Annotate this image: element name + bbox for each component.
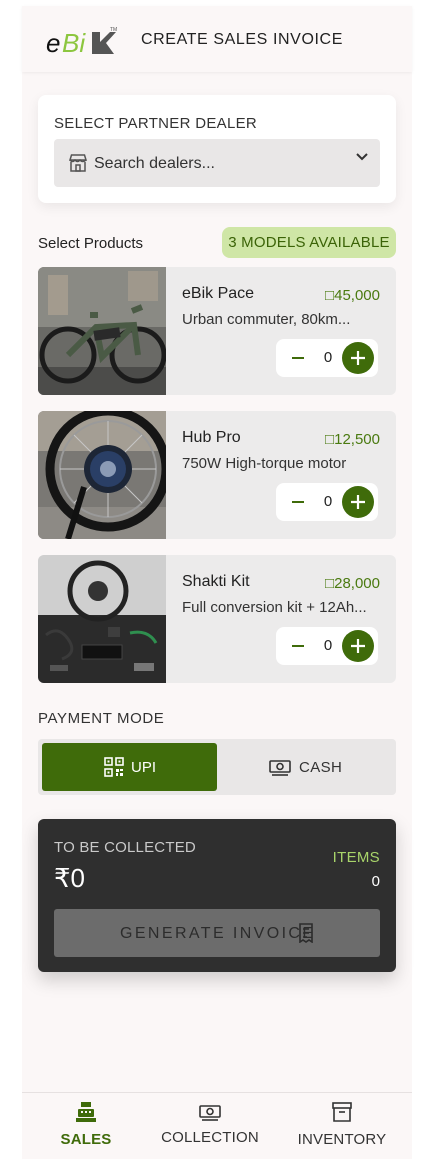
product-price: □28,000 [325,575,380,592]
product-card-hub-pro: Hub Pro □12,500 750W High-torque motor 0 [38,411,396,539]
product-description: Urban commuter, 80km... [182,311,351,328]
cash-icon [199,1105,221,1121]
dealer-label: SELECT PARTNER DEALER [54,115,258,132]
store-icon [68,154,88,172]
dealer-card: SELECT PARTNER DEALER Search dealers... [38,95,396,203]
upi-label: UPI [131,759,157,776]
minus-icon[interactable] [284,344,312,372]
cash-option-button[interactable]: CASH [217,743,392,791]
items-label: ITEMS [332,849,380,866]
conversion-kit-photo [38,555,166,683]
quantity-value: 0 [323,637,333,654]
ebik-logo: e Bi TM [46,27,117,58]
dealer-search-select[interactable]: Search dealers... [54,139,380,187]
product-name: Shakti Kit [182,573,250,590]
product-name: Hub Pro [182,429,241,446]
collection-summary-card: TO BE COLLECTED ₹0 ITEMS 0 GENERATE INVO… [38,819,396,972]
nav-sales[interactable]: SALES [42,1093,130,1159]
qr-code-icon [104,757,124,777]
minus-icon[interactable] [284,632,312,660]
quantity-value: 0 [323,493,333,510]
nav-inventory[interactable]: INVENTORY [292,1093,392,1159]
generate-invoice-label: GENERATE INVOICE [120,925,316,942]
product-price: □12,500 [325,431,380,448]
svg-text:TM: TM [110,27,117,33]
ebike-photo [38,267,166,395]
models-available-badge: 3 MODELS AVAILABLE [222,227,396,258]
cash-icon [269,760,291,776]
upi-option-button[interactable]: UPI [42,743,217,791]
dealer-search-placeholder: Search dealers... [94,155,215,172]
plus-icon[interactable] [342,342,374,374]
to-be-collected-label: TO BE COLLECTED [54,839,196,856]
generate-invoice-button[interactable]: GENERATE INVOICE [54,909,380,957]
svg-text:e: e [46,28,60,58]
select-products-heading: Select Products [38,235,144,252]
collection-amount: ₹0 [54,863,86,893]
product-card-shakti-kit: Shakti Kit □28,000 Full conversion kit +… [38,555,396,683]
quantity-value: 0 [323,349,333,366]
cash-label: CASH [299,759,343,776]
nav-collection[interactable]: COLLECTION [154,1093,266,1159]
minus-icon[interactable] [284,488,312,516]
svg-text:Bi: Bi [62,28,86,58]
quantity-stepper: 0 [276,339,378,377]
archive-box-icon [332,1102,352,1122]
app-header: e Bi TM CREATE SALES INVOICE [22,6,412,72]
plus-icon[interactable] [342,486,374,518]
product-description: 750W High-torque motor [182,455,347,472]
payment-mode-label: PAYMENT MODE [38,710,165,727]
items-count: 0 [371,873,380,890]
payment-mode-toggle: UPI CASH [38,739,396,795]
nav-sales-label: SALES [60,1131,112,1148]
quantity-stepper: 0 [276,627,378,665]
bottom-navigation: SALES COLLECTION INVENTORY [22,1092,412,1159]
nav-collection-label: COLLECTION [161,1129,259,1146]
plus-icon[interactable] [342,630,374,662]
page-title: CREATE SALES INVOICE [141,31,343,48]
hub-motor-photo [38,411,166,539]
product-price: □45,000 [325,287,380,304]
app-screen: e Bi TM CREATE SALES INVOICE SELECT PART… [22,6,412,1159]
chevron-down-icon [356,153,368,161]
nav-inventory-label: INVENTORY [297,1131,387,1148]
product-name: eBik Pace [182,285,255,302]
cash-register-icon [76,1102,96,1122]
quantity-stepper: 0 [276,483,378,521]
product-card-ebik-pace: eBik Pace □45,000 Urban commuter, 80km..… [38,267,396,395]
receipt-icon [299,923,313,943]
product-description: Full conversion kit + 12Ah... [182,599,367,616]
